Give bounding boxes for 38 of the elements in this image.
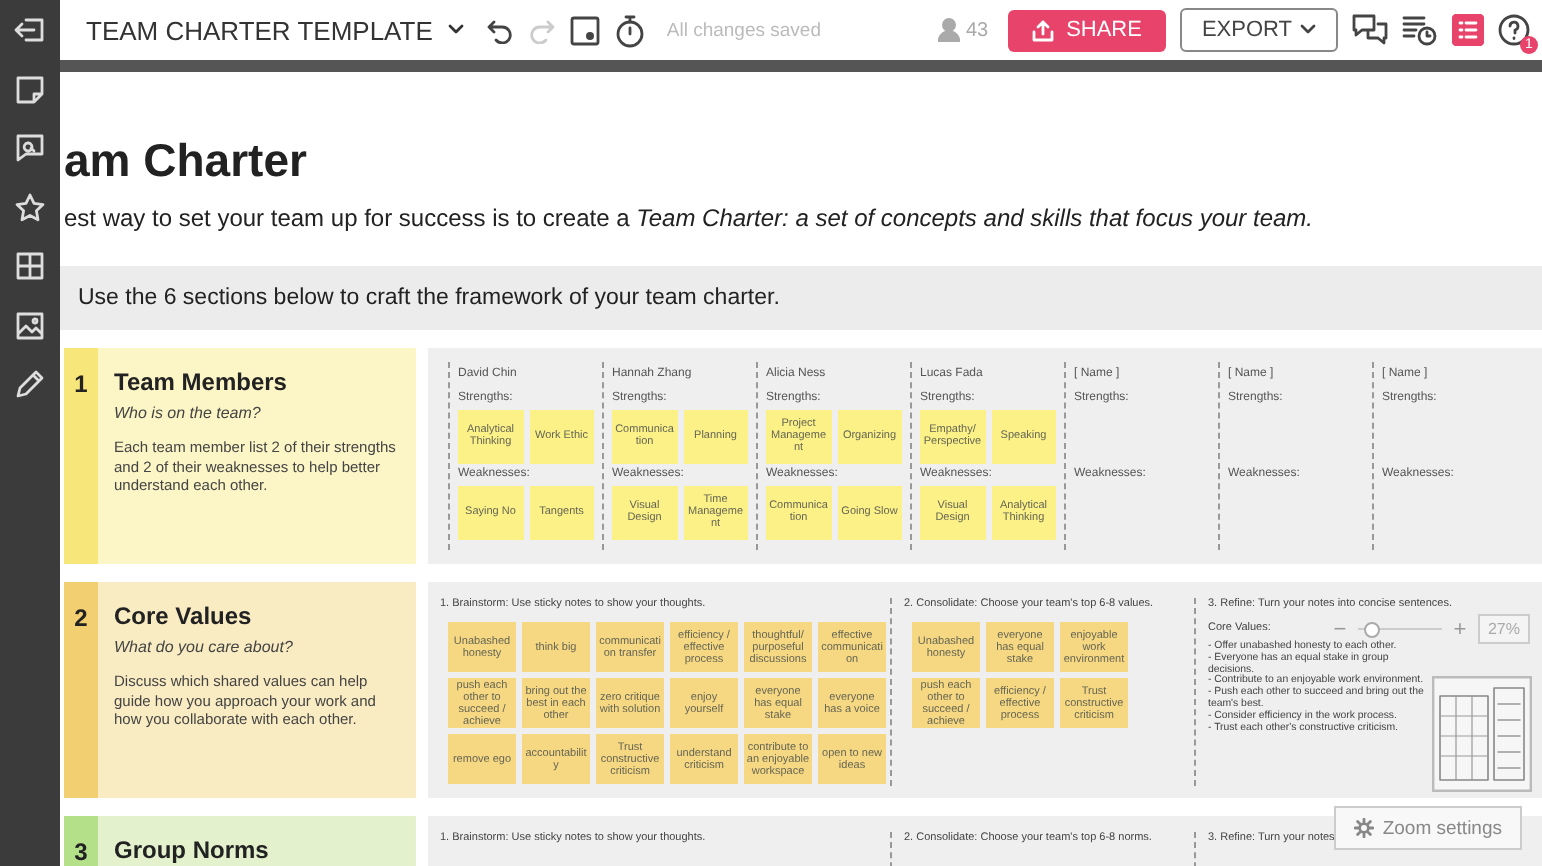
section-title: Team Members <box>114 368 289 396</box>
star-icon[interactable] <box>14 191 46 224</box>
help-icon <box>1498 14 1530 46</box>
zoom-in-button[interactable]: + <box>1449 617 1470 641</box>
comment-search-icon[interactable] <box>14 132 46 165</box>
undo-icon[interactable] <box>486 16 515 44</box>
chevron-down-icon <box>1300 24 1316 36</box>
gear-icon <box>1354 818 1375 838</box>
page-heading: am Charter <box>64 134 309 186</box>
chat-icon[interactable] <box>1352 14 1388 46</box>
save-status: All changes saved <box>666 19 821 41</box>
pencil-icon[interactable] <box>14 368 46 401</box>
timer-icon[interactable] <box>614 13 647 47</box>
list-clock-icon[interactable] <box>1402 14 1438 46</box>
frame-icon[interactable] <box>570 15 601 45</box>
document-title-dropdown[interactable]: TEAM CHARTER TEMPLATE <box>86 15 465 45</box>
section-question: What do you care about? <box>114 638 295 656</box>
export-button[interactable]: EXPORT <box>1179 8 1338 52</box>
list-icon[interactable] <box>1452 14 1484 46</box>
share-button[interactable]: SHARE <box>1008 9 1166 51</box>
section-question: Who is on the team? <box>114 404 263 422</box>
section-number: 1 <box>64 348 98 564</box>
grid-icon[interactable] <box>14 250 46 283</box>
sticky-note-icon[interactable] <box>14 73 46 106</box>
person-icon <box>937 18 960 42</box>
intro-text: est way to set your team up for success is to create a Team Charter: a set of concepts and skills that focus your team. <box>64 204 1316 232</box>
section-number: 3 <box>64 816 98 866</box>
section-number: 2 <box>64 582 98 798</box>
instruction-text: Use the 6 sections below to craft the framework of your team charter. <box>78 286 780 310</box>
section-title: Group Norms <box>114 836 269 864</box>
user-count[interactable]: 43 <box>937 18 989 42</box>
upload-icon <box>1032 19 1055 41</box>
exit-icon[interactable] <box>14 16 46 44</box>
chevron-down-icon <box>448 24 465 36</box>
section-title: Core Values <box>114 602 254 630</box>
zoom-out-button[interactable]: − <box>1329 617 1350 641</box>
image-icon[interactable] <box>14 309 46 342</box>
zoom-settings-button[interactable]: Zoom settings <box>1334 806 1522 850</box>
